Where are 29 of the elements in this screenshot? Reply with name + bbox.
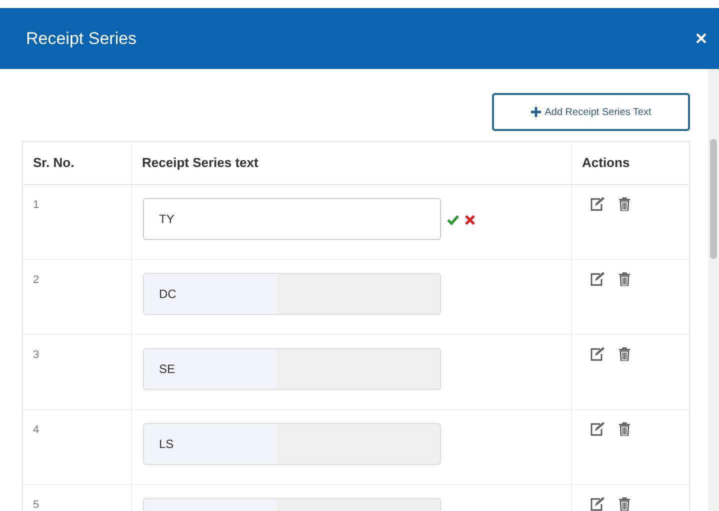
trash-icon[interactable] [619,497,630,511]
column-header: Actions [582,154,630,172]
series-text-field[interactable]: SE [143,348,441,390]
edit-icon[interactable] [590,347,605,361]
row-number: 2 [33,274,40,286]
close-button[interactable]: × [695,28,707,48]
row-number: 5 [33,499,40,511]
edit-icon[interactable] [590,497,605,511]
trash-icon[interactable] [619,347,630,361]
check-icon[interactable] [447,215,459,225]
dialog-title: Receipt Series [26,28,137,50]
column-header: Sr. No. [33,154,74,172]
edit-icon[interactable] [590,422,605,436]
cancel-icon[interactable] [465,215,475,225]
row-number: 4 [33,424,40,436]
row-number: 1 [33,199,40,211]
column-header: Receipt Series text [142,154,258,172]
trash-icon[interactable] [619,197,630,211]
add-series-button[interactable]: Add Receipt Series Text [492,93,690,131]
edit-icon[interactable] [590,197,605,211]
series-text-field[interactable]: DC [143,273,441,315]
row-number: 3 [33,349,40,361]
series-text-field[interactable]: TY [143,198,441,240]
series-text-field[interactable]: LS [143,423,441,465]
edit-icon[interactable] [590,272,605,286]
trash-icon[interactable] [619,422,630,436]
scrollbar[interactable] [708,69,719,511]
plus-icon [530,107,541,117]
trash-icon[interactable] [619,272,630,286]
